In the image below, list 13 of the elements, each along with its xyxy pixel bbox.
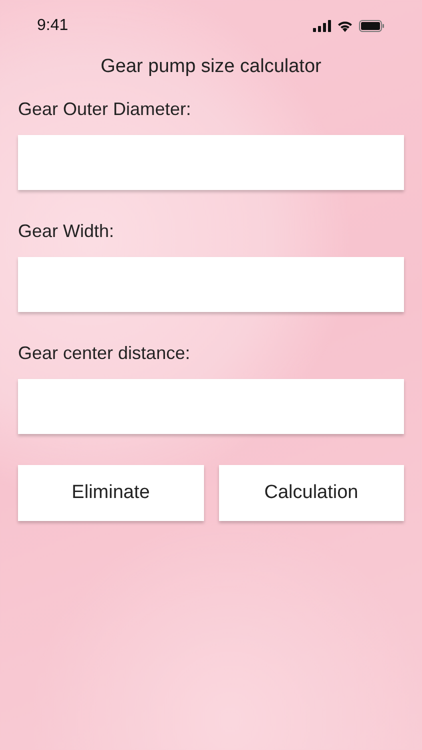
wifi-icon xyxy=(337,20,353,32)
action-button[interactable]: Calculation xyxy=(218,465,404,521)
input-field[interactable] xyxy=(18,379,404,434)
signal-icon xyxy=(313,20,331,32)
field-label: Gear Width: xyxy=(18,221,116,243)
input-field[interactable] xyxy=(18,135,404,190)
action-button[interactable]: Eliminate xyxy=(18,465,204,521)
battery-icon xyxy=(359,20,385,32)
input-field[interactable] xyxy=(18,257,404,312)
field-label: Gear Outer Diameter: xyxy=(18,99,192,121)
page-title: Gear pump size calculator xyxy=(100,56,322,78)
field-label: Gear center distance: xyxy=(18,343,192,365)
status-time: 9:41 xyxy=(37,17,68,35)
